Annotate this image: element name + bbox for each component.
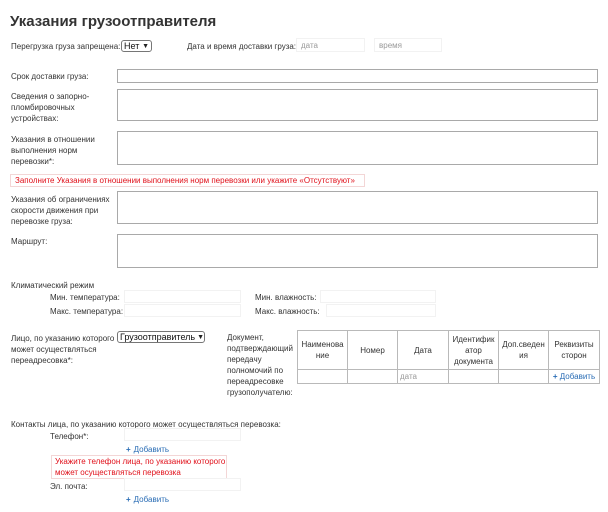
doc-name-input[interactable] — [297, 369, 348, 384]
redirect-label: Лицо, по указанию которого может осуществ… — [11, 334, 115, 365]
column-header-party-details: Реквизиты сторон — [548, 330, 600, 370]
speed-label: Указания об ограничениях скорости движени… — [11, 195, 110, 226]
seal-info-label: Сведения о запорно-пломбировочных устройс… — [11, 92, 90, 123]
email-input[interactable] — [124, 478, 241, 491]
doc-add-label: Добавить — [559, 372, 596, 381]
doc-date-placeholder: дата — [400, 372, 417, 381]
column-header-name: Наименова ние — [297, 330, 348, 370]
min-humidity-label: Мин. влажность: — [255, 293, 317, 302]
min-temp-input[interactable] — [124, 290, 241, 303]
min-humidity-input[interactable] — [320, 290, 436, 303]
plus-icon: + — [126, 445, 131, 454]
route-textarea[interactable] — [117, 234, 598, 268]
delivery-term-label: Срок доставки груза: — [11, 72, 89, 81]
phone-label: Телефон*: — [50, 432, 89, 441]
norms-error-message: Заполните Указания в отношении выполнени… — [15, 175, 355, 186]
delivery-date-input[interactable]: дата — [296, 38, 365, 52]
column-header-number: Номер — [347, 330, 398, 370]
max-humidity-input[interactable] — [326, 304, 436, 317]
redirect-document-table: Наименова ние Номер Дата Идентифик атор док… — [297, 330, 600, 384]
route-label: Маршрут: — [11, 237, 48, 246]
reload-label: Перегрузка груза запрещена: — [11, 42, 121, 51]
column-header-extra-info: Доп.сведен ия — [498, 330, 549, 370]
redirect-select-value: Грузоотправитель — [120, 331, 196, 342]
phone-input[interactable] — [124, 428, 241, 441]
delivery-date-placeholder: дата — [301, 41, 318, 50]
climate-heading: Климатический режим — [11, 281, 95, 290]
column-header-date: Дата — [397, 330, 449, 370]
max-humidity-label: Макс. влажность: — [255, 307, 320, 316]
reload-select-value: Нет — [124, 40, 140, 51]
email-add-button[interactable]: + Добавить — [126, 494, 169, 505]
norms-textarea[interactable] — [117, 131, 598, 165]
delivery-term-input[interactable] — [117, 69, 598, 83]
page-title: Указания грузоотправителя — [10, 13, 217, 30]
table-header-row: Наименова ние Номер Дата Идентифик атор док… — [297, 330, 600, 370]
delivery-time-input[interactable]: время — [374, 38, 442, 52]
column-header-identifier: Идентифик атор документа — [448, 330, 499, 370]
phone-error-message: Укажите телефон лица, по указанию которо… — [55, 456, 226, 478]
email-label: Эл. почта: — [50, 482, 88, 491]
chevron-down-icon: ▼ — [197, 333, 205, 341]
delivery-datetime-label: Дата и время доставки груза: — [187, 42, 297, 51]
reload-select[interactable]: Нет ▼ — [121, 40, 152, 52]
phone-add-button[interactable]: + Добавить — [126, 444, 169, 455]
norms-label: Указания в отношении выполнения норм перев… — [11, 135, 95, 166]
plus-icon: + — [126, 495, 131, 504]
phone-add-label: Добавить — [133, 445, 170, 454]
doc-identifier-input[interactable] — [448, 369, 499, 384]
doc-extra-input[interactable] — [498, 369, 549, 384]
doc-add-cell: + Добавить — [548, 369, 600, 384]
chevron-down-icon: ▼ — [142, 42, 149, 50]
doc-date-input[interactable]: дата — [397, 369, 449, 384]
delivery-time-placeholder: время — [379, 41, 402, 50]
email-add-label: Добавить — [133, 495, 170, 504]
redirect-document-label: Документ, подтверждающий передачу полномочи… — [227, 333, 293, 397]
redirect-select[interactable]: Грузоотправитель ▼ — [117, 331, 205, 343]
doc-number-input[interactable] — [347, 369, 398, 384]
table-row: дата + Добавить — [297, 369, 600, 384]
plus-icon: + — [552, 372, 558, 381]
min-temp-label: Мин. температура: — [50, 293, 120, 302]
seal-info-textarea[interactable] — [117, 89, 598, 121]
max-temp-label: Макс. температура: — [50, 307, 124, 316]
doc-add-button[interactable]: + Добавить — [553, 372, 595, 381]
max-temp-input[interactable] — [124, 304, 241, 317]
speed-textarea[interactable] — [117, 191, 598, 224]
